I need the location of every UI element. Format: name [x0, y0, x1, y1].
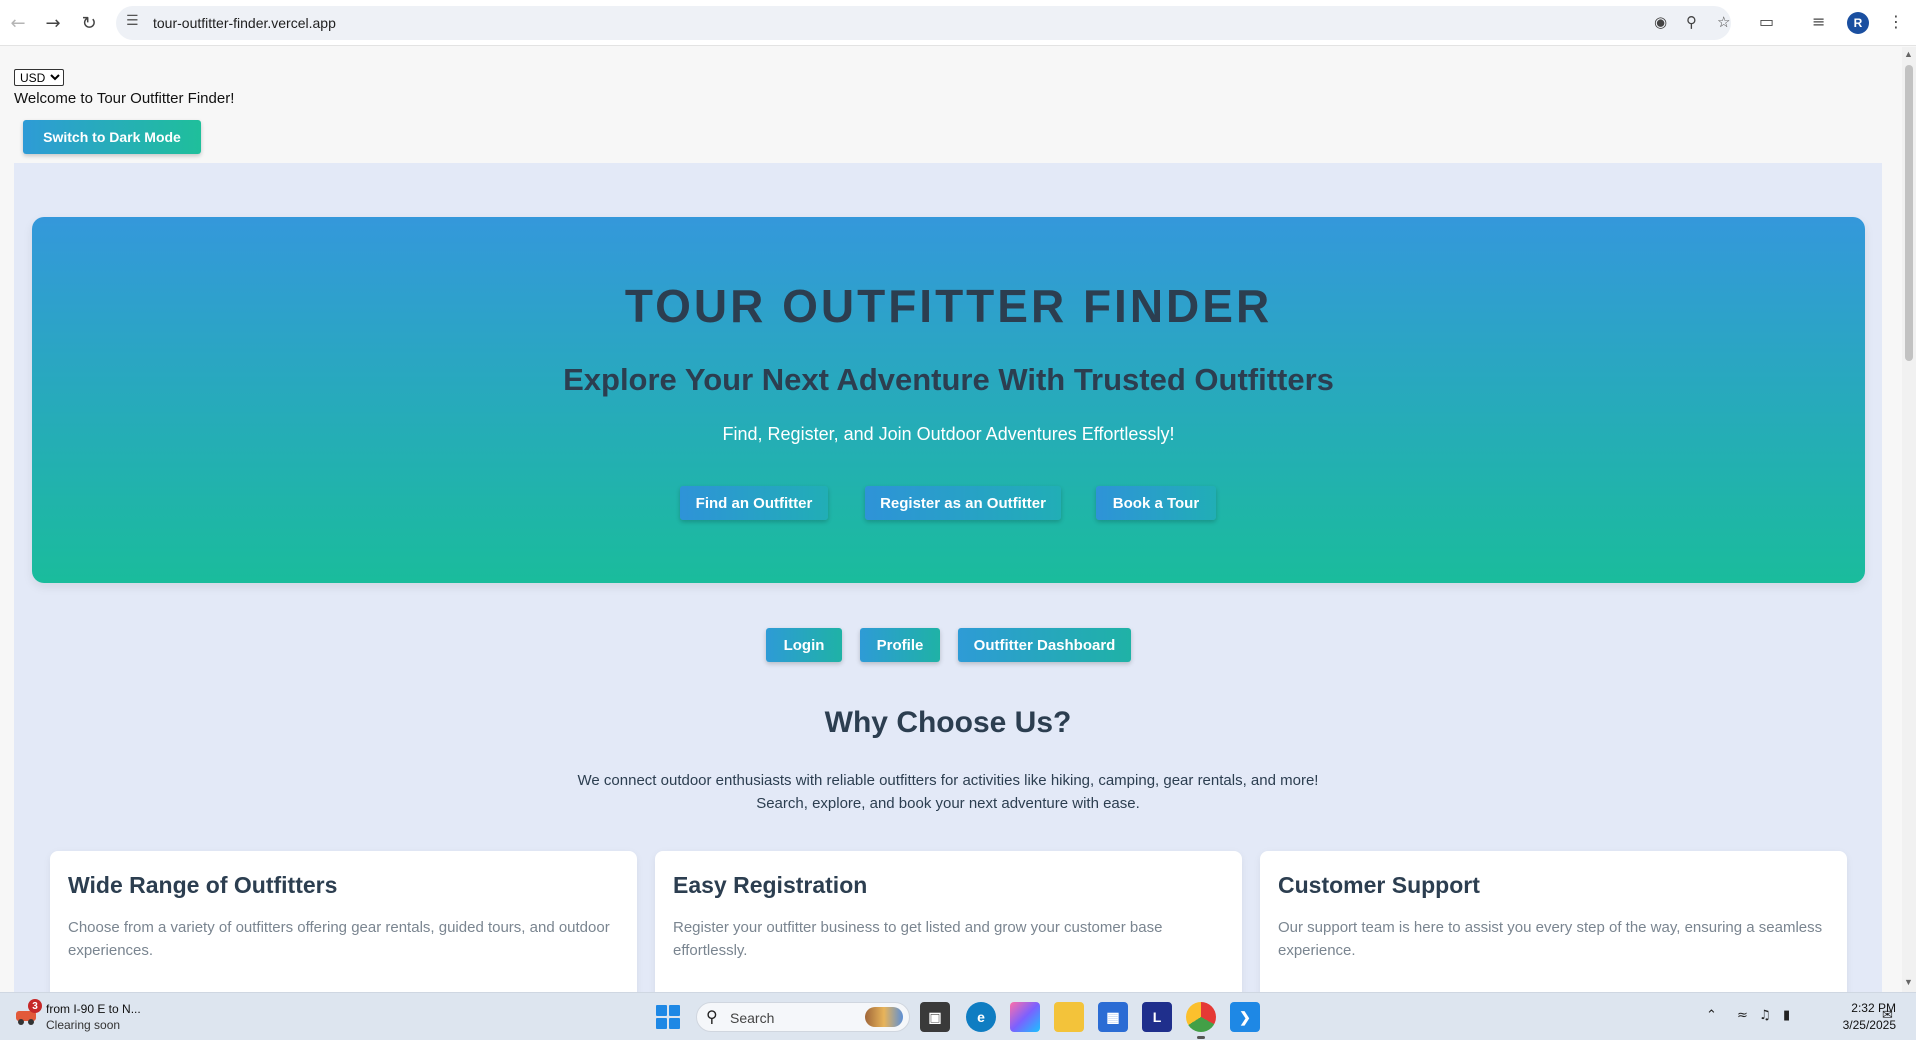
volume-icon[interactable]: ♫: [1759, 1008, 1771, 1023]
notification-badge: 3: [28, 999, 42, 1013]
weather-widget-subtitle[interactable]: Clearing soon: [46, 1018, 120, 1032]
site-info-icon[interactable]: ☰: [126, 13, 139, 29]
scroll-up-icon[interactable]: ▲: [1904, 49, 1913, 59]
back-icon[interactable]: ←: [6, 11, 30, 35]
feature-card-outfitters: Wide Range of Outfitters Choose from a v…: [50, 851, 637, 992]
currency-select[interactable]: USD: [14, 69, 64, 86]
scroll-thumb[interactable]: [1905, 65, 1913, 361]
feature-card-support: Customer Support Our support team is her…: [1260, 851, 1847, 992]
main-panel: TOUR OUTFITTER FINDER Explore Your Next …: [14, 163, 1882, 992]
active-app-indicator: [1197, 1036, 1205, 1039]
page-scrollbar[interactable]: ▲ ▼: [1902, 47, 1916, 992]
hero-tagline: Find, Register, and Join Outdoor Adventu…: [722, 424, 1175, 444]
hero-subtitle: Explore Your Next Adventure With Trusted…: [563, 362, 1334, 397]
profile-avatar[interactable]: R: [1847, 12, 1869, 34]
wifi-icon[interactable]: ≈: [1737, 1008, 1748, 1023]
hero-section: TOUR OUTFITTER FINDER Explore Your Next …: [32, 217, 1865, 583]
tab-search-icon[interactable]: ≡: [1812, 12, 1825, 31]
taskbar-search[interactable]: ⚲ Search: [696, 1002, 910, 1032]
why-choose-us-heading: Why Choose Us?: [824, 706, 1072, 739]
l-app-icon[interactable]: L: [1142, 1002, 1172, 1032]
card-text: Register your outfitter business to get …: [673, 919, 1163, 959]
card-title: Easy Registration: [673, 872, 868, 898]
extensions-icon[interactable]: ▭: [1759, 12, 1774, 31]
why-text-line-1: We connect outdoor enthusiasts with reli…: [577, 772, 1319, 789]
search-icon: ⚲: [706, 1007, 718, 1026]
edge-icon[interactable]: e: [966, 1002, 996, 1032]
dark-mode-toggle-button[interactable]: Switch to Dark Mode: [23, 120, 201, 154]
card-title: Wide Range of Outfitters: [68, 872, 338, 898]
chevron-up-icon[interactable]: ⌃: [1706, 1008, 1717, 1023]
why-choose-us-text: We connect outdoor enthusiasts with reli…: [14, 769, 1882, 815]
reload-icon[interactable]: ↻: [77, 11, 101, 35]
book-tour-button[interactable]: Book a Tour: [1096, 486, 1216, 520]
copilot-icon[interactable]: [1010, 1002, 1040, 1032]
vscode-icon[interactable]: ❯: [1230, 1002, 1260, 1032]
scroll-down-icon[interactable]: ▼: [1904, 977, 1913, 987]
hero-title: TOUR OUTFITTER FINDER: [624, 280, 1273, 332]
search-highlight-icon: [865, 1007, 903, 1027]
search-placeholder: Search: [730, 1010, 775, 1026]
star-icon[interactable]: ☆: [1717, 13, 1730, 31]
file-explorer-icon[interactable]: ▣: [920, 1002, 950, 1032]
notification-bell-icon[interactable]: ✉: [1882, 1008, 1893, 1023]
profile-button[interactable]: Profile: [860, 628, 940, 662]
weather-widget-title[interactable]: from I-90 E to N...: [46, 1002, 141, 1016]
browser-toolbar: ← → ↻ ☰ tour-outfitter-finder.vercel.app…: [0, 0, 1916, 46]
url-text[interactable]: tour-outfitter-finder.vercel.app: [153, 15, 336, 31]
eye-off-icon[interactable]: ◉: [1654, 13, 1667, 31]
outfitter-dashboard-button[interactable]: Outfitter Dashboard: [958, 628, 1131, 662]
folder-icon[interactable]: [1054, 1002, 1084, 1032]
battery-icon[interactable]: ▮: [1783, 1008, 1790, 1023]
windows-start-icon[interactable]: [656, 1005, 680, 1029]
login-button[interactable]: Login: [766, 628, 842, 662]
chrome-icon[interactable]: [1186, 1002, 1216, 1032]
why-text-line-2: Search, explore, and book your next adve…: [756, 795, 1140, 812]
feature-card-registration: Easy Registration Register your outfitte…: [655, 851, 1242, 992]
find-outfitter-button[interactable]: Find an Outfitter: [680, 486, 828, 520]
address-bar[interactable]: ☰ tour-outfitter-finder.vercel.app ◉ ⚲ ☆: [116, 6, 1731, 40]
store-icon[interactable]: ▦: [1098, 1002, 1128, 1032]
card-title: Customer Support: [1278, 872, 1480, 898]
page-content: USD Welcome to Tour Outfitter Finder! Sw…: [0, 47, 1902, 992]
welcome-text: Welcome to Tour Outfitter Finder!: [14, 90, 235, 107]
register-outfitter-button[interactable]: Register as an Outfitter: [865, 486, 1061, 520]
card-text: Choose from a variety of outfitters offe…: [68, 919, 610, 959]
menu-icon[interactable]: ⋮: [1888, 12, 1904, 31]
card-text: Our support team is here to assist you e…: [1278, 919, 1823, 959]
forward-icon[interactable]: →: [41, 11, 65, 35]
windows-taskbar: 3 from I-90 E to N... Clearing soon ⚲ Se…: [0, 992, 1916, 1040]
zoom-icon[interactable]: ⚲: [1686, 13, 1697, 31]
